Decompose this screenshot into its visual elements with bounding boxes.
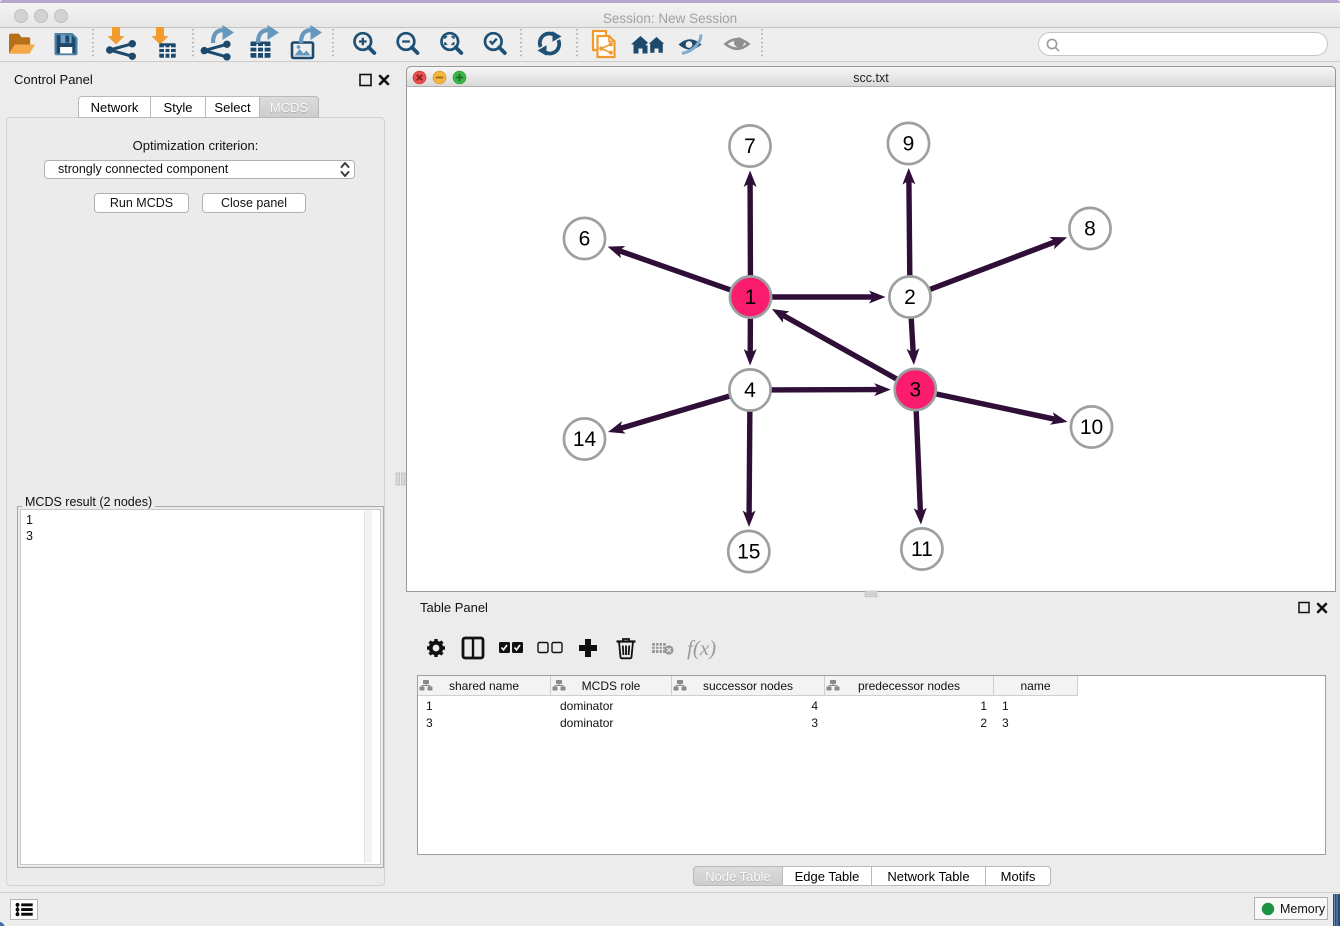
svg-text:14: 14	[573, 428, 597, 451]
svg-text:10: 10	[1080, 416, 1103, 439]
svg-text:3: 3	[909, 379, 921, 402]
svg-text:2: 2	[904, 286, 916, 309]
svg-text:15: 15	[737, 541, 760, 564]
svg-text:7: 7	[744, 135, 756, 158]
svg-text:9: 9	[903, 133, 915, 156]
svg-text:6: 6	[579, 228, 591, 251]
svg-text:11: 11	[911, 538, 933, 561]
svg-text:8: 8	[1084, 218, 1096, 241]
svg-text:4: 4	[744, 379, 756, 402]
svg-text:f(x): f(x)	[687, 636, 716, 660]
svg-text:1: 1	[745, 286, 757, 309]
